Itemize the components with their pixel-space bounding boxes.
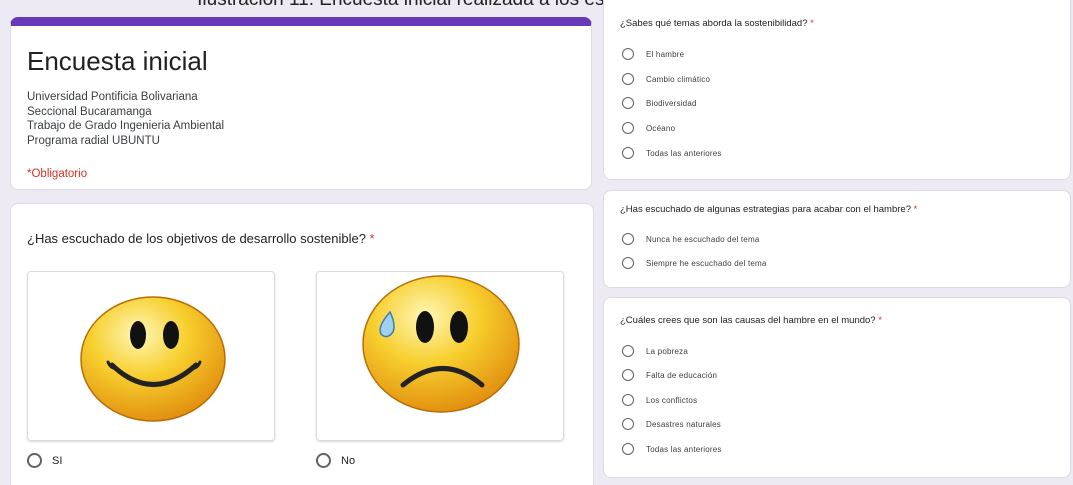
happy-smiley-icon: [80, 296, 226, 422]
option-item[interactable]: El hambre: [622, 48, 684, 60]
option-image-si[interactable]: [27, 271, 275, 441]
question-card-ods: ¿Has escuchado de los objetivos de desar…: [10, 203, 594, 485]
option-item[interactable]: Cambio climático: [622, 73, 710, 85]
option-item[interactable]: Los conflictos: [622, 394, 697, 406]
option-label: Los conflictos: [646, 395, 698, 405]
radio-button[interactable]: [622, 233, 634, 245]
radio-button[interactable]: [622, 369, 634, 381]
option-item[interactable]: La pobreza: [622, 345, 688, 357]
radio-button[interactable]: [622, 122, 634, 134]
option-label: Siempre he escuchado del tema: [646, 258, 767, 268]
form-title: Encuesta inicial: [27, 46, 208, 76]
description-line: Universidad Pontificia Bolivariana: [27, 91, 198, 103]
radio-button[interactable]: [622, 394, 634, 406]
option-label: Océano: [646, 123, 676, 133]
radio-button[interactable]: [622, 418, 634, 430]
question-card-causas: ¿Cuáles crees que son las causas del ham…: [603, 297, 1071, 478]
option-item[interactable]: Biodiversidad: [622, 97, 697, 109]
option-label: No: [341, 454, 356, 467]
option-label: Todas las anteriores: [646, 148, 722, 158]
question-text: ¿Has escuchado de algunas estrategias pa…: [620, 204, 911, 215]
form-description: Universidad Pontificia Bolivariana Secci…: [27, 90, 224, 148]
description-line: Programa radial UBUNTU: [27, 134, 160, 147]
radio-button[interactable]: [622, 257, 634, 269]
option-label: Nunca he escuchado del tema: [646, 234, 760, 244]
option-item[interactable]: Falta de educación: [622, 369, 717, 381]
option-label: El hambre: [646, 49, 685, 59]
required-asterisk: *: [810, 18, 814, 29]
option-image-no[interactable]: [316, 271, 564, 441]
radio-button[interactable]: [622, 73, 634, 85]
option-item[interactable]: Todas las anteriores: [622, 147, 722, 159]
question-title: ¿Has escuchado de algunas estrategias pa…: [620, 204, 917, 215]
radio-button[interactable]: [622, 443, 634, 455]
required-asterisk: *: [369, 231, 375, 246]
required-asterisk: *: [878, 315, 882, 326]
question-card-estrategias: ¿Has escuchado de algunas estrategias pa…: [603, 190, 1071, 288]
option-no[interactable]: No: [316, 453, 355, 468]
option-label: SI: [52, 454, 63, 467]
option-si[interactable]: SI: [27, 453, 62, 468]
radio-button[interactable]: [622, 48, 634, 60]
description-line: Trabajo de Grado Ingenieria Ambiental: [27, 120, 225, 132]
option-label: La pobreza: [646, 346, 689, 356]
option-label: Cambio climático: [646, 74, 711, 84]
question-title: ¿Has escuchado de los objetivos de desar…: [27, 231, 375, 246]
option-item[interactable]: Desastres naturales: [622, 418, 721, 430]
question-text: ¿Sabes qué temas aborda la sostenibilida…: [620, 18, 808, 29]
question-card-temas: ¿Sabes qué temas aborda la sostenibilida…: [603, 0, 1071, 180]
option-label: Falta de educación: [646, 370, 718, 380]
option-label: Todas las anteriores: [646, 444, 722, 454]
option-item[interactable]: Siempre he escuchado del tema: [622, 257, 767, 269]
radio-button[interactable]: [622, 97, 634, 109]
option-label: Biodiversidad: [646, 98, 697, 108]
question-text: ¿Cuáles crees que son las causas del ham…: [620, 315, 876, 326]
question-text: ¿Has escuchado de los objetivos de desar…: [27, 231, 366, 246]
required-note: *Obligatorio: [27, 168, 88, 180]
radio-si[interactable]: [27, 453, 42, 468]
radio-button[interactable]: [622, 345, 634, 357]
option-item[interactable]: Océano: [622, 122, 675, 134]
option-item[interactable]: Nunca he escuchado del tema: [622, 233, 759, 245]
radio-button[interactable]: [622, 147, 634, 159]
sad-smiley-icon: [362, 275, 520, 413]
required-asterisk: *: [913, 204, 918, 215]
radio-no[interactable]: [316, 453, 331, 468]
option-item[interactable]: Todas las anteriores: [622, 443, 722, 455]
form-header-card: Encuesta inicial Universidad Pontificia …: [10, 17, 592, 190]
question-title: ¿Cuáles crees que son las causas del ham…: [620, 315, 882, 326]
description-line: Seccional Bucaramanga: [27, 105, 152, 118]
question-title: ¿Sabes qué temas aborda la sostenibilida…: [620, 18, 814, 29]
option-label: Desastres naturales: [646, 419, 721, 429]
